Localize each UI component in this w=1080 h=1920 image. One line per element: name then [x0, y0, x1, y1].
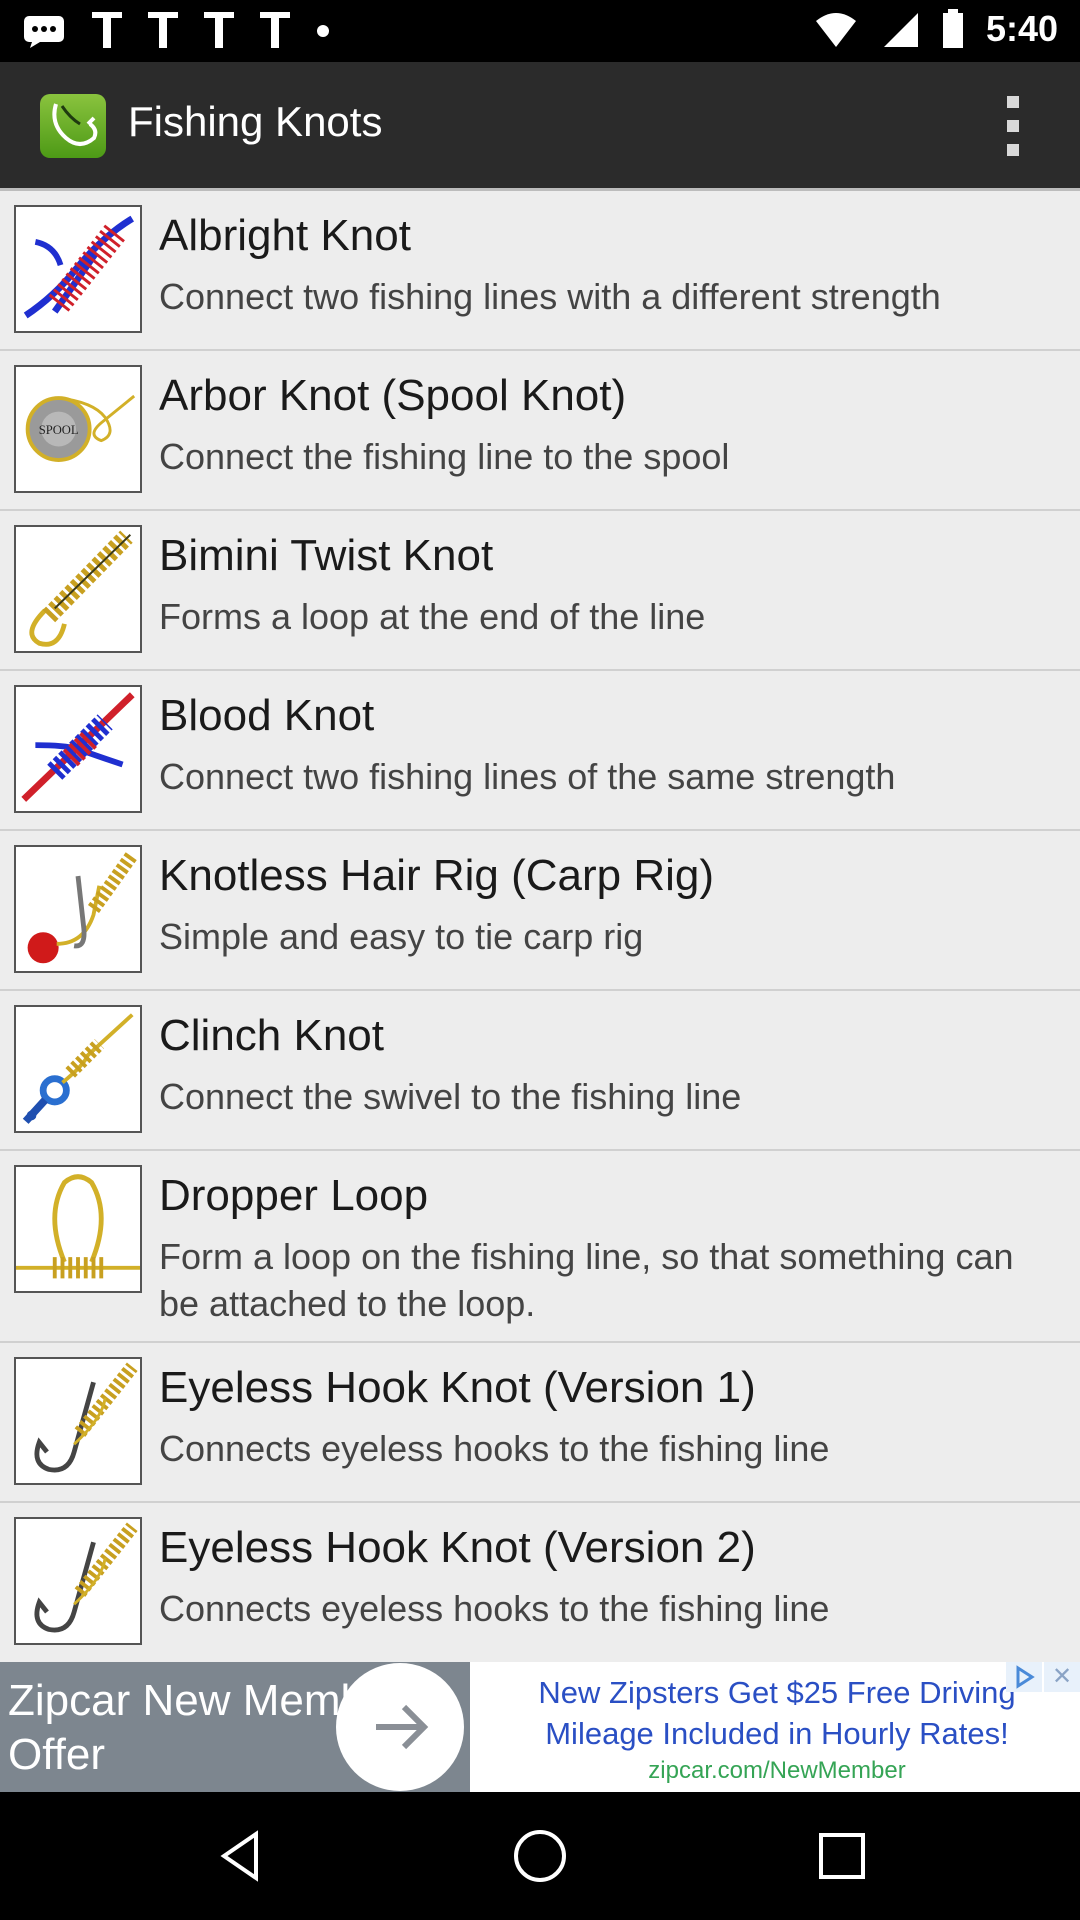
- eyeless-hook-icon: [14, 1357, 142, 1485]
- arbor-knot-icon: SPOOL: [14, 365, 142, 493]
- battery-icon: [942, 9, 963, 48]
- clinch-knot-icon: [14, 1005, 142, 1133]
- blood-knot-icon: [14, 685, 142, 813]
- ad-url[interactable]: zipcar.com/NewMember: [482, 1754, 1072, 1788]
- signal-icon: [883, 13, 918, 47]
- message-icon: [24, 16, 64, 48]
- more-dot-icon: [317, 25, 329, 37]
- knot-description: Forms a loop at the end of the line: [159, 596, 706, 637]
- knot-description: Connect two fishing lines of the same st…: [159, 756, 896, 797]
- list-item-blood-knot[interactable]: Blood Knot Connect two fishing lines of …: [0, 671, 1080, 831]
- list-item-arbor-knot[interactable]: SPOOL Arbor Knot (Spool Knot) Connect th…: [0, 351, 1080, 511]
- notification-icon: [204, 12, 234, 48]
- app-bar: Fishing Knots: [0, 62, 1080, 188]
- knot-title: Dropper Loop: [159, 1171, 429, 1220]
- close-icon[interactable]: ✕: [1044, 1662, 1080, 1692]
- navigation-bar: [0, 1792, 1080, 1920]
- notification-icons: [22, 12, 330, 50]
- wifi-icon: [815, 13, 856, 47]
- bimini-twist-icon: [14, 525, 142, 653]
- knot-description: Connect the fishing line to the spool: [159, 436, 730, 477]
- list-item-eyeless-hook-knot-2[interactable]: Eyeless Hook Knot (Version 2) Connects e…: [0, 1503, 1080, 1665]
- knot-list: Albright Knot Connect two fishing lines …: [0, 188, 1080, 1662]
- arrow-right-icon[interactable]: [336, 1663, 464, 1791]
- knot-title: Arbor Knot (Spool Knot): [159, 371, 627, 420]
- knot-description: Connect the swivel to the fishing line: [159, 1076, 742, 1117]
- app-title: Fishing Knots: [128, 98, 383, 145]
- knot-title: Knotless Hair Rig (Carp Rig): [159, 851, 715, 900]
- ad-body[interactable]: New Zipsters Get $25 Free Driving Mileag…: [482, 1672, 1072, 1788]
- knot-app-logo-icon[interactable]: [40, 94, 106, 158]
- list-item-bimini-twist-knot[interactable]: Bimini Twist Knot Forms a loop at the en…: [0, 511, 1080, 671]
- list-item-knotless-hair-rig[interactable]: Knotless Hair Rig (Carp Rig) Simple and …: [0, 831, 1080, 991]
- knot-description: Connect two fishing lines with a differe…: [159, 276, 941, 317]
- knot-description: Form a loop on the fishing line, so that…: [159, 1236, 1014, 1324]
- knot-description: Connects eyeless hooks to the fishing li…: [159, 1588, 830, 1629]
- spool-label: SPOOL: [39, 423, 79, 437]
- back-icon[interactable]: [212, 1826, 272, 1886]
- knot-title: Clinch Knot: [159, 1011, 385, 1060]
- hair-rig-icon: [14, 845, 142, 973]
- albright-knot-icon: [14, 205, 142, 333]
- status-bar: 5:40: [0, 0, 1080, 62]
- knot-description: Connects eyeless hooks to the fishing li…: [159, 1428, 830, 1469]
- home-icon[interactable]: [508, 1826, 572, 1886]
- ad-body-text: New Zipsters Get $25 Free Driving Mileag…: [538, 1675, 1016, 1751]
- dropper-loop-icon: [14, 1165, 142, 1293]
- knot-title: Blood Knot: [159, 691, 375, 740]
- list-item-albright-knot[interactable]: Albright Knot Connect two fishing lines …: [0, 191, 1080, 351]
- list-item-eyeless-hook-knot-1[interactable]: Eyeless Hook Knot (Version 1) Connects e…: [0, 1343, 1080, 1503]
- adchoices-icon[interactable]: [1006, 1662, 1042, 1692]
- list-item-dropper-loop[interactable]: Dropper Loop Form a loop on the fishing …: [0, 1151, 1080, 1343]
- knot-title: Eyeless Hook Knot (Version 2): [159, 1523, 756, 1572]
- system-icons: 5:40: [814, 8, 1058, 50]
- clock: 5:40: [985, 8, 1058, 49]
- notification-icon: [148, 12, 178, 48]
- eyeless-hook-icon: [14, 1517, 142, 1645]
- notification-icon: [92, 12, 122, 48]
- knot-description: Simple and easy to tie carp rig: [159, 916, 644, 957]
- more-vert-icon[interactable]: [1000, 96, 1026, 156]
- ad-banner[interactable]: Zipcar New Member Offer New Zipsters Get…: [0, 1662, 1080, 1792]
- knot-title: Eyeless Hook Knot (Version 1): [159, 1363, 756, 1412]
- knot-title: Bimini Twist Knot: [159, 531, 494, 580]
- recents-icon[interactable]: [812, 1826, 872, 1886]
- list-item-clinch-knot[interactable]: Clinch Knot Connect the swivel to the fi…: [0, 991, 1080, 1151]
- notification-icon: [260, 12, 290, 48]
- knot-title: Albright Knot: [159, 211, 411, 260]
